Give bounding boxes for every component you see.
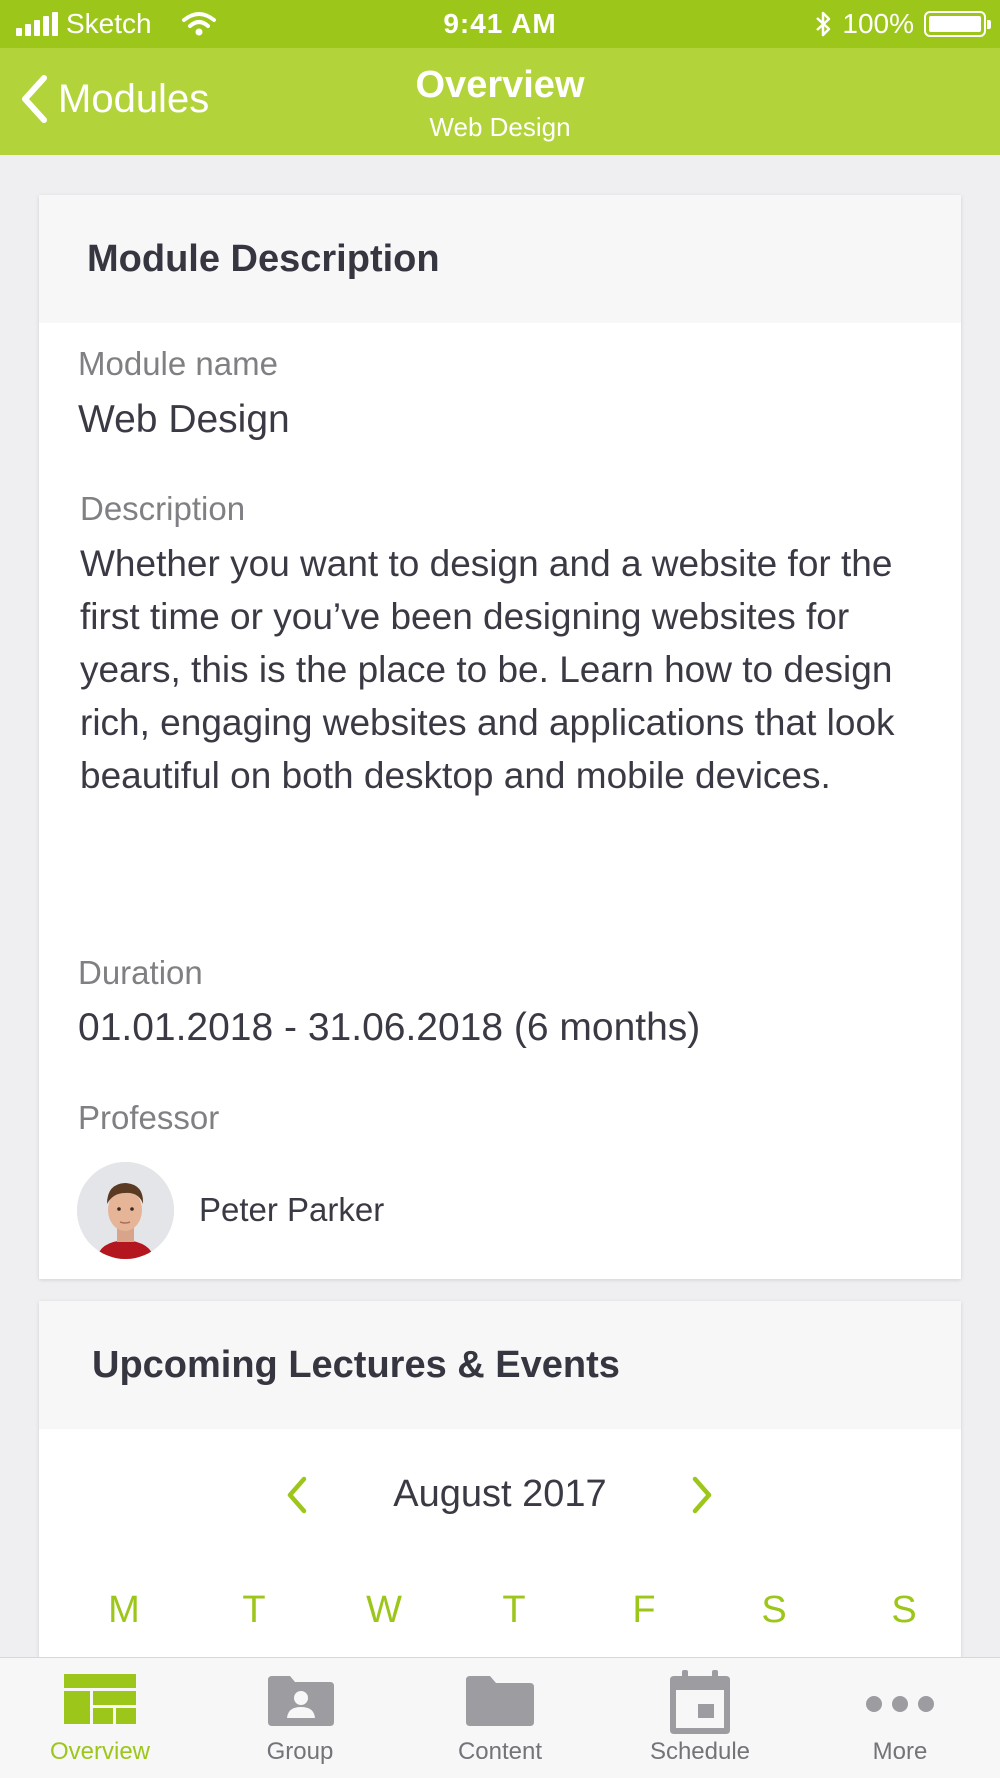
battery-icon <box>924 11 991 37</box>
description-text: Whether you want to design and a website… <box>80 543 895 796</box>
more-icon <box>866 1696 934 1712</box>
chevron-right-icon <box>692 1476 712 1514</box>
module-description-header: Module Description <box>39 195 961 323</box>
duration-value: 01.01.2018 - 31.06.2018 (6 months) <box>78 1006 701 1049</box>
module-name-label: Module name <box>78 345 278 382</box>
tab-overview[interactable]: Overview <box>0 1658 200 1778</box>
duration-label: Duration <box>78 954 203 991</box>
tab-schedule[interactable]: Schedule <box>600 1658 800 1778</box>
folder-icon <box>466 1676 534 1726</box>
professor-name[interactable]: Peter Parker <box>199 1191 384 1229</box>
battery-percentage: 100% <box>842 8 914 39</box>
tab-group-label: Group <box>266 1738 334 1765</box>
navigation-bar: Modules Overview Web Design <box>0 48 1000 155</box>
bluetooth-icon <box>816 11 831 37</box>
tab-bar: Overview Group Content Schedule More <box>0 1657 1000 1778</box>
description-label: Description <box>80 490 246 527</box>
group-icon <box>268 1676 334 1726</box>
calendar-month: August 2017 <box>393 1473 607 1515</box>
upcoming-events-header: Upcoming Lectures & Events <box>39 1301 961 1429</box>
tab-more-label: More <box>872 1738 928 1765</box>
tab-content-label: Content <box>457 1738 543 1765</box>
weekday-monday: M <box>108 1589 140 1631</box>
weekday-saturday: S <box>761 1589 787 1631</box>
tab-more[interactable]: More <box>800 1658 1000 1778</box>
status-right: 100% <box>814 8 991 40</box>
weekday-sunday: S <box>891 1589 917 1631</box>
status-bar: Sketch 9:41 AM 100% <box>0 0 1000 48</box>
professor-avatar[interactable] <box>77 1162 174 1259</box>
avatar-portrait <box>77 1162 174 1259</box>
overview-icon <box>64 1674 136 1724</box>
page-title: Overview <box>415 64 585 106</box>
weekday-friday: F <box>632 1589 656 1631</box>
calendar-icon <box>670 1670 730 1734</box>
calendar-navigation: August 2017 <box>39 1469 961 1525</box>
weekday-thursday: T <box>502 1589 526 1631</box>
page-subtitle: Web Design <box>429 112 571 142</box>
module-name-value: Web Design <box>78 398 290 441</box>
tab-schedule-label: Schedule <box>649 1738 751 1765</box>
tab-content[interactable]: Content <box>400 1658 600 1778</box>
weekday-header: M T W T F S S <box>99 1589 929 1632</box>
tab-group[interactable]: Group <box>200 1658 400 1778</box>
next-month-button[interactable] <box>689 1473 715 1522</box>
weekday-tuesday: T <box>242 1589 266 1631</box>
weekday-wednesday: W <box>366 1589 402 1631</box>
tab-overview-label: Overview <box>49 1738 151 1765</box>
professor-label: Professor <box>78 1099 220 1136</box>
module-description-card: Module Description Module name Web Desig… <box>39 195 961 1279</box>
